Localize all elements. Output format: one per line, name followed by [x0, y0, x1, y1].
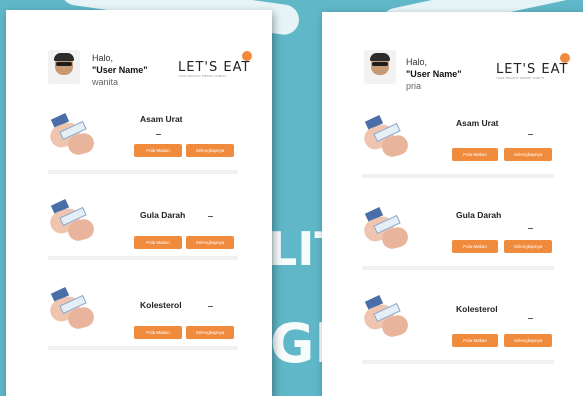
- greeting-hello: Halo,: [406, 57, 428, 67]
- greeting-hello: Halo,: [92, 53, 114, 63]
- card-dash: [528, 228, 533, 229]
- pola-makan-button[interactable]: Pola Makan: [134, 236, 182, 249]
- pola-makan-button[interactable]: Pola Makan: [452, 240, 498, 253]
- card-title: Gula Darah: [140, 210, 186, 220]
- pola-makan-button[interactable]: Pola Makan: [134, 144, 182, 157]
- card-title: Kolesterol: [456, 304, 498, 314]
- condition-card-asam-urat[interactable]: Asam Urat Pola Makan Selengkapnya: [48, 106, 238, 174]
- phone-screen-wanita: Halo, "User Name" wanita LET'S EAT YOUR …: [6, 10, 272, 396]
- selengkapnya-button[interactable]: Selengkapnya: [504, 240, 552, 253]
- pola-makan-button[interactable]: Pola Makan: [134, 326, 182, 339]
- phone-screen-pria: Halo, "User Name" pria LET'S EAT YOUR HE…: [322, 12, 583, 396]
- blood-glucose-meter-photo: [48, 286, 94, 330]
- condition-card-asam-urat[interactable]: Asam Urat Pola Makan Selengkapnya: [362, 108, 554, 178]
- card-dash: [528, 134, 533, 135]
- logo-dot-icon: [242, 51, 253, 61]
- card-title: Asam Urat: [140, 114, 183, 124]
- blood-glucose-meter-photo: [362, 294, 408, 338]
- avatar-icon: [48, 50, 80, 84]
- blood-glucose-meter-photo: [48, 112, 94, 156]
- logo-dot-icon: [560, 53, 571, 63]
- greeting: Halo, "User Name" wanita: [92, 52, 148, 88]
- selengkapnya-button[interactable]: Selengkapnya: [186, 326, 234, 339]
- blood-glucose-meter-photo: [362, 206, 408, 250]
- pola-makan-button[interactable]: Pola Makan: [452, 148, 498, 161]
- logo-text: LET'S EAT: [496, 62, 569, 77]
- condition-card-gula-darah[interactable]: Gula Darah Pola Makan Selengkapnya: [362, 198, 554, 270]
- avatar-icon: [364, 50, 396, 84]
- selengkapnya-button[interactable]: Selengkapnya: [186, 236, 234, 249]
- card-dash: [208, 216, 213, 217]
- card-title: Kolesterol: [140, 300, 182, 310]
- card-dash: [528, 318, 533, 319]
- pola-makan-button[interactable]: Pola Makan: [452, 334, 498, 347]
- condition-card-kolesterol[interactable]: Kolesterol Pola Makan Selengkapnya: [362, 292, 554, 364]
- blood-glucose-meter-photo: [362, 114, 408, 158]
- user-gender: pria: [406, 81, 422, 91]
- card-title: Gula Darah: [456, 210, 502, 220]
- condition-card-kolesterol[interactable]: Kolesterol Pola Makan Selengkapnya: [48, 282, 238, 350]
- card-title: Asam Urat: [456, 118, 499, 128]
- greeting: Halo, "User Name" pria: [406, 56, 462, 92]
- card-dash: [156, 134, 161, 135]
- blood-glucose-meter-photo: [48, 198, 94, 242]
- user-name: "User Name": [92, 65, 148, 75]
- selengkapnya-button[interactable]: Selengkapnya: [186, 144, 234, 157]
- app-logo: LET'S EAT YOUR HEALTHY DIETARY HABITS: [178, 51, 253, 78]
- card-dash: [208, 306, 213, 307]
- selengkapnya-button[interactable]: Selengkapnya: [504, 334, 552, 347]
- app-logo: LET'S EAT YOUR HEALTHY DIETARY HABITS: [496, 53, 571, 80]
- logo-text: LET'S EAT: [178, 60, 251, 75]
- selengkapnya-button[interactable]: Selengkapnya: [504, 148, 552, 161]
- user-name: "User Name": [406, 69, 462, 79]
- condition-card-gula-darah[interactable]: Gula Darah Pola Makan Selengkapnya: [48, 192, 238, 260]
- user-gender: wanita: [92, 77, 119, 87]
